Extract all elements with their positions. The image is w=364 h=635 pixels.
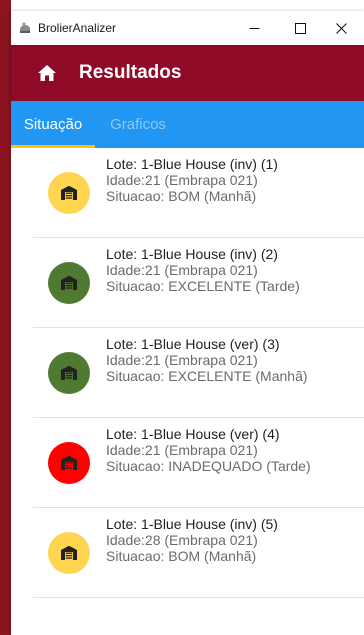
app-window: BrolierAnalizer Resultados Situação Graf… (11, 11, 364, 635)
item-situacao: Situacao: EXCELENTE (Manhã) (106, 368, 308, 384)
home-icon[interactable] (37, 63, 57, 83)
tab-label: Situação (23, 116, 83, 133)
divider (33, 597, 364, 598)
item-idade: Idade:21 (Embrapa 021) (106, 352, 258, 368)
warehouse-icon (61, 185, 77, 200)
list-item[interactable]: Lote: 1-Blue House (inv) (1) Idade:21 (E… (11, 148, 364, 238)
item-text: Lote: 1-Blue House (ver) (3) Idade:21 (E… (106, 336, 308, 384)
list-item[interactable]: Lote: 1-Blue House (ver) (3) Idade:21 (E… (11, 328, 364, 418)
title-bar[interactable]: BrolierAnalizer (11, 11, 364, 45)
item-idade: Idade:28 (Embrapa 021) (106, 532, 258, 548)
minimize-icon (249, 27, 259, 29)
app-bar: Resultados (11, 45, 364, 101)
item-idade: Idade:21 (Embrapa 021) (106, 442, 258, 458)
status-avatar (48, 262, 90, 304)
background-window-edge (0, 0, 11, 635)
status-avatar (48, 172, 90, 214)
status-avatar (48, 442, 90, 484)
item-situacao: Situacao: BOM (Manhã) (106, 548, 257, 564)
close-icon (335, 22, 347, 34)
item-situacao: Situacao: EXCELENTE (Tarde) (106, 278, 300, 294)
tab-graficos[interactable]: Graficos (95, 101, 181, 148)
item-situacao: Situacao: BOM (Manhã) (106, 188, 257, 204)
item-text: Lote: 1-Blue House (ver) (4) Idade:21 (E… (106, 426, 311, 474)
tab-label: Graficos (110, 116, 166, 133)
maximize-icon (294, 22, 306, 34)
warehouse-icon (61, 275, 77, 290)
item-lote: Lote: 1-Blue House (ver) (3) (106, 336, 280, 352)
status-avatar (48, 532, 90, 574)
close-button[interactable] (318, 11, 364, 45)
item-idade: Idade:21 (Embrapa 021) (106, 172, 258, 188)
tab-situacao[interactable]: Situação (11, 101, 95, 148)
status-avatar (48, 352, 90, 394)
results-list: Lote: 1-Blue House (inv) (1) Idade:21 (E… (11, 148, 364, 598)
item-text: Lote: 1-Blue House (inv) (2) Idade:21 (E… (106, 246, 300, 294)
item-lote: Lote: 1-Blue House (inv) (5) (106, 516, 278, 532)
list-item[interactable]: Lote: 1-Blue House (inv) (5) Idade:28 (E… (11, 508, 364, 598)
list-item[interactable]: Lote: 1-Blue House (inv) (2) Idade:21 (E… (11, 238, 364, 328)
list-item[interactable]: Lote: 1-Blue House (ver) (4) Idade:21 (E… (11, 418, 364, 508)
item-lote: Lote: 1-Blue House (inv) (2) (106, 246, 278, 262)
minimize-button[interactable] (231, 11, 277, 45)
item-lote: Lote: 1-Blue House (inv) (1) (106, 156, 278, 172)
item-idade: Idade:21 (Embrapa 021) (106, 262, 258, 278)
item-text: Lote: 1-Blue House (inv) (5) Idade:28 (E… (106, 516, 278, 564)
warehouse-icon (61, 365, 77, 380)
window-title: BrolierAnalizer (38, 21, 117, 35)
maximize-button[interactable] (277, 11, 323, 45)
app-icon (18, 21, 32, 35)
page-title: Resultados (79, 62, 182, 83)
item-lote: Lote: 1-Blue House (ver) (4) (106, 426, 280, 442)
warehouse-icon (61, 545, 77, 560)
tab-bar: Situação Graficos (11, 101, 364, 148)
item-text: Lote: 1-Blue House (inv) (1) Idade:21 (E… (106, 156, 278, 204)
warehouse-icon (61, 455, 77, 470)
item-situacao: Situacao: INADEQUADO (Tarde) (106, 458, 311, 474)
